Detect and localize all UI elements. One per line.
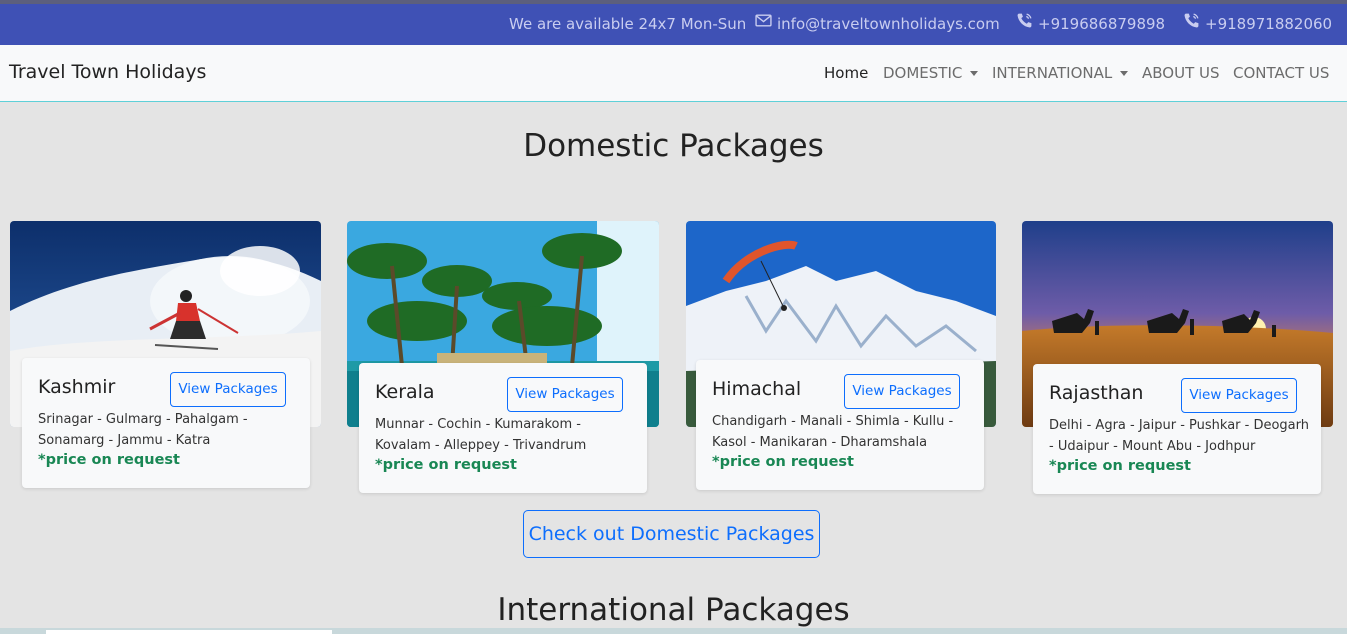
envelope-icon (755, 4, 772, 45)
nav-about[interactable]: ABOUT US (1142, 64, 1220, 82)
view-packages-button[interactable]: View Packages (1181, 378, 1297, 413)
package-name: Rajasthan (1049, 382, 1144, 404)
nav-home[interactable]: Home (824, 64, 868, 82)
nav-contact[interactable]: CONTACT US (1233, 64, 1329, 82)
nav-international-dropdown[interactable]: INTERNATIONAL (992, 64, 1129, 82)
check-domestic-packages-button[interactable]: Check out Domestic Packages (523, 510, 820, 558)
international-section-title: International Packages (497, 592, 850, 628)
package-name: Himachal (712, 378, 802, 400)
package-places: Srinagar - Gulmarg - Pahalgam - Sonamarg… (38, 412, 248, 448)
phone-link-1[interactable]: +919686879898 (1016, 4, 1165, 45)
caret-down-icon (970, 70, 979, 76)
view-packages-button[interactable]: View Packages (507, 377, 623, 412)
nav-domestic-dropdown[interactable]: DOMESTIC (883, 64, 979, 82)
package-places: Munnar - Cochin - Kumarakom - Kovalam - … (375, 417, 587, 453)
main-navbar: Travel Town Holidays Home DOMESTIC INTER… (0, 45, 1347, 102)
price-note: *price on request (38, 452, 180, 468)
phone-icon (1183, 4, 1200, 45)
package-name: Kashmir (38, 376, 116, 398)
email-link[interactable]: info@traveltownholidays.com (755, 4, 1000, 45)
top-info-bar: We are available 24x7 Mon-Sun info@trave… (0, 0, 1347, 45)
package-card-kerala: Kerala View Packages Munnar - Cochin - K… (359, 363, 647, 493)
caret-down-icon (1120, 70, 1129, 76)
view-packages-button[interactable]: View Packages (170, 372, 286, 407)
package-card-himachal: Himachal View Packages Chandigarh - Mana… (696, 360, 984, 490)
package-name: Kerala (375, 381, 435, 403)
domestic-section-title: Domestic Packages (523, 128, 824, 164)
package-places: Delhi - Agra - Jaipur - Pushkar - Deogar… (1049, 418, 1310, 454)
price-note: *price on request (712, 454, 854, 470)
international-image-edge (46, 630, 332, 634)
phone-link-2[interactable]: +918971882060 (1183, 4, 1332, 45)
price-note: *price on request (1049, 458, 1191, 474)
package-card-rajasthan: Rajasthan View Packages Delhi - Agra - J… (1033, 364, 1321, 494)
availability-text: We are available 24x7 Mon-Sun (509, 15, 747, 33)
phone-icon (1016, 4, 1033, 45)
brand-logo[interactable]: Travel Town Holidays (9, 61, 206, 83)
price-note: *price on request (375, 457, 517, 473)
package-card-kashmir: Kashmir View Packages Srinagar - Gulmarg… (22, 358, 310, 488)
view-packages-button[interactable]: View Packages (844, 374, 960, 409)
package-places: Chandigarh - Manali - Shimla - Kullu - K… (712, 414, 954, 450)
